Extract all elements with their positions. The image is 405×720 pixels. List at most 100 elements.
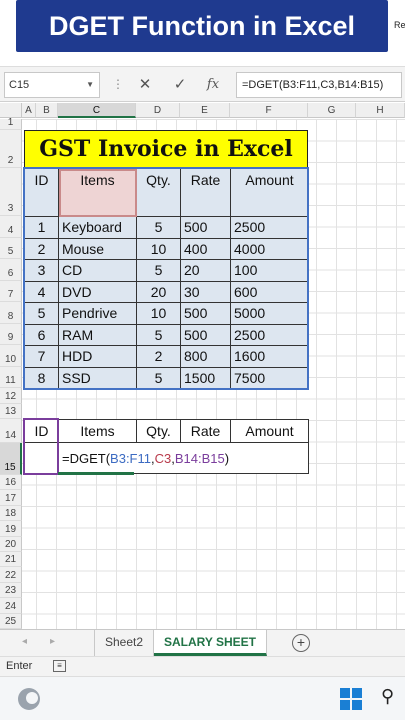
row-header-18[interactable]: 18 (0, 505, 22, 522)
row-header-8[interactable]: 8 (0, 302, 22, 324)
row-header-14[interactable]: 14 (0, 419, 22, 443)
column-header-c[interactable]: C (58, 103, 136, 118)
row-header-6[interactable]: 6 (0, 259, 22, 281)
plus-icon[interactable]: + (292, 634, 310, 652)
row-header-10[interactable]: 10 (0, 345, 22, 367)
weather-icon[interactable] (18, 688, 40, 710)
accessibility-icon[interactable]: ≡ (53, 660, 66, 672)
criteria-header-amount[interactable]: Amount (230, 419, 309, 443)
row-header-19[interactable]: 19 (0, 521, 22, 537)
chevron-left-icon[interactable]: ◂ (22, 636, 27, 647)
cell-rate[interactable]: 20 (180, 259, 231, 282)
column-header-d[interactable]: D (136, 103, 180, 118)
row-header-5[interactable]: 5 (0, 237, 22, 259)
search-icon[interactable]: ⚲ (381, 686, 394, 707)
cell-qty[interactable]: 20 (136, 280, 181, 303)
formula-input[interactable]: =DGET(B3:F11,C3,B14:B15) (236, 72, 402, 98)
windows-icon[interactable] (340, 688, 362, 710)
cell-qty[interactable]: 2 (136, 345, 181, 368)
chevron-right-icon[interactable]: ▸ (50, 636, 55, 647)
cell-item[interactable]: Mouse (58, 237, 137, 260)
criteria-cell-id[interactable] (24, 442, 59, 474)
column-header-a[interactable]: A (22, 103, 36, 118)
chevron-down-icon[interactable]: ▼ (86, 73, 94, 97)
name-box[interactable]: C15 ▼ (4, 72, 100, 98)
cell-item[interactable]: CD (58, 259, 137, 282)
row-header-7[interactable]: 7 (0, 280, 22, 302)
cell-id[interactable]: 2 (24, 237, 59, 260)
cell-id[interactable]: 4 (24, 280, 59, 303)
invoice-title[interactable]: GST Invoice in Excel (24, 130, 308, 168)
row-header-22[interactable]: 22 (0, 567, 22, 583)
row-header-13[interactable]: 13 (0, 404, 22, 419)
cell-amount[interactable]: 5000 (230, 302, 309, 325)
column-header-g[interactable]: G (308, 103, 356, 118)
header-items[interactable]: Items (58, 168, 137, 217)
row-header-9[interactable]: 9 (0, 323, 22, 345)
row-header-12[interactable]: 12 (0, 388, 22, 404)
cell-amount[interactable]: 7500 (230, 366, 309, 389)
cell-amount[interactable]: 600 (230, 280, 309, 303)
cell-qty[interactable]: 5 (136, 323, 181, 346)
x-icon[interactable]: ✕ (132, 72, 158, 98)
row-header-25[interactable]: 25 (0, 613, 22, 629)
criteria-header-id[interactable]: ID (24, 419, 59, 443)
column-header-e[interactable]: E (180, 103, 230, 118)
cell-rate[interactable]: 800 (180, 345, 231, 368)
header-qty[interactable]: Qty. (136, 168, 181, 217)
header-rate[interactable]: Rate (180, 168, 231, 217)
row-header-11[interactable]: 11 (0, 366, 22, 388)
tab-sheet2[interactable]: Sheet2 (94, 630, 155, 656)
cell-id[interactable]: 3 (24, 259, 59, 282)
cell-qty[interactable]: 10 (136, 302, 181, 325)
row-header-20[interactable]: 20 (0, 536, 22, 552)
cell-amount[interactable]: 2500 (230, 323, 309, 346)
criteria-header-items[interactable]: Items (58, 419, 137, 443)
row-header-2[interactable]: 2 (0, 130, 22, 168)
row-header-3[interactable]: 3 (0, 168, 22, 216)
check-icon[interactable]: ✓ (167, 72, 193, 98)
cell-item[interactable]: HDD (58, 345, 137, 368)
criteria-header-qty[interactable]: Qty. (136, 419, 181, 443)
tab-salary-sheet[interactable]: SALARY SHEET (154, 630, 268, 656)
cell-item[interactable]: DVD (58, 280, 137, 303)
cell-qty[interactable]: 5 (136, 366, 181, 389)
cell-item[interactable]: Pendrive (58, 302, 137, 325)
cell-rate[interactable]: 500 (180, 323, 231, 346)
cell-id[interactable]: 1 (24, 216, 59, 239)
cell-rate[interactable]: 500 (180, 216, 231, 239)
cell-qty[interactable]: 10 (136, 237, 181, 260)
cell-rate[interactable]: 500 (180, 302, 231, 325)
header-id[interactable]: ID (24, 168, 59, 217)
row-header-24[interactable]: 24 (0, 598, 22, 614)
column-header-h[interactable]: H (356, 103, 405, 118)
column-header-b[interactable]: B (36, 103, 58, 118)
cell-amount[interactable]: 4000 (230, 237, 309, 260)
cell-rate[interactable]: 400 (180, 237, 231, 260)
cell-item[interactable]: SSD (58, 366, 137, 389)
row-header-23[interactable]: 23 (0, 582, 22, 599)
cell-id[interactable]: 7 (24, 345, 59, 368)
column-header-f[interactable]: F (230, 103, 308, 118)
cell-amount[interactable]: 100 (230, 259, 309, 282)
fx-icon[interactable]: fx (200, 72, 226, 98)
select-all-corner[interactable] (0, 103, 22, 118)
criteria-header-rate[interactable]: Rate (180, 419, 231, 443)
cell-amount[interactable]: 2500 (230, 216, 309, 239)
row-header-4[interactable]: 4 (0, 216, 22, 238)
cell-rate[interactable]: 1500 (180, 366, 231, 389)
row-header-21[interactable]: 21 (0, 552, 22, 568)
row-header-1[interactable]: 1 (0, 117, 22, 130)
cell-item[interactable]: Keyboard (58, 216, 137, 239)
row-header-15[interactable]: 15 (0, 443, 22, 475)
active-cell-formula[interactable]: =DGET(B3:F11,C3,B14:B15) (58, 442, 309, 474)
cell-id[interactable]: 8 (24, 366, 59, 389)
row-header-16[interactable]: 16 (0, 475, 22, 491)
cell-rate[interactable]: 30 (180, 280, 231, 303)
row-header-17[interactable]: 17 (0, 490, 22, 506)
cell-qty[interactable]: 5 (136, 216, 181, 239)
cell-id[interactable]: 5 (24, 302, 59, 325)
header-amount[interactable]: Amount (230, 168, 309, 217)
cell-id[interactable]: 6 (24, 323, 59, 346)
cell-item[interactable]: RAM (58, 323, 137, 346)
